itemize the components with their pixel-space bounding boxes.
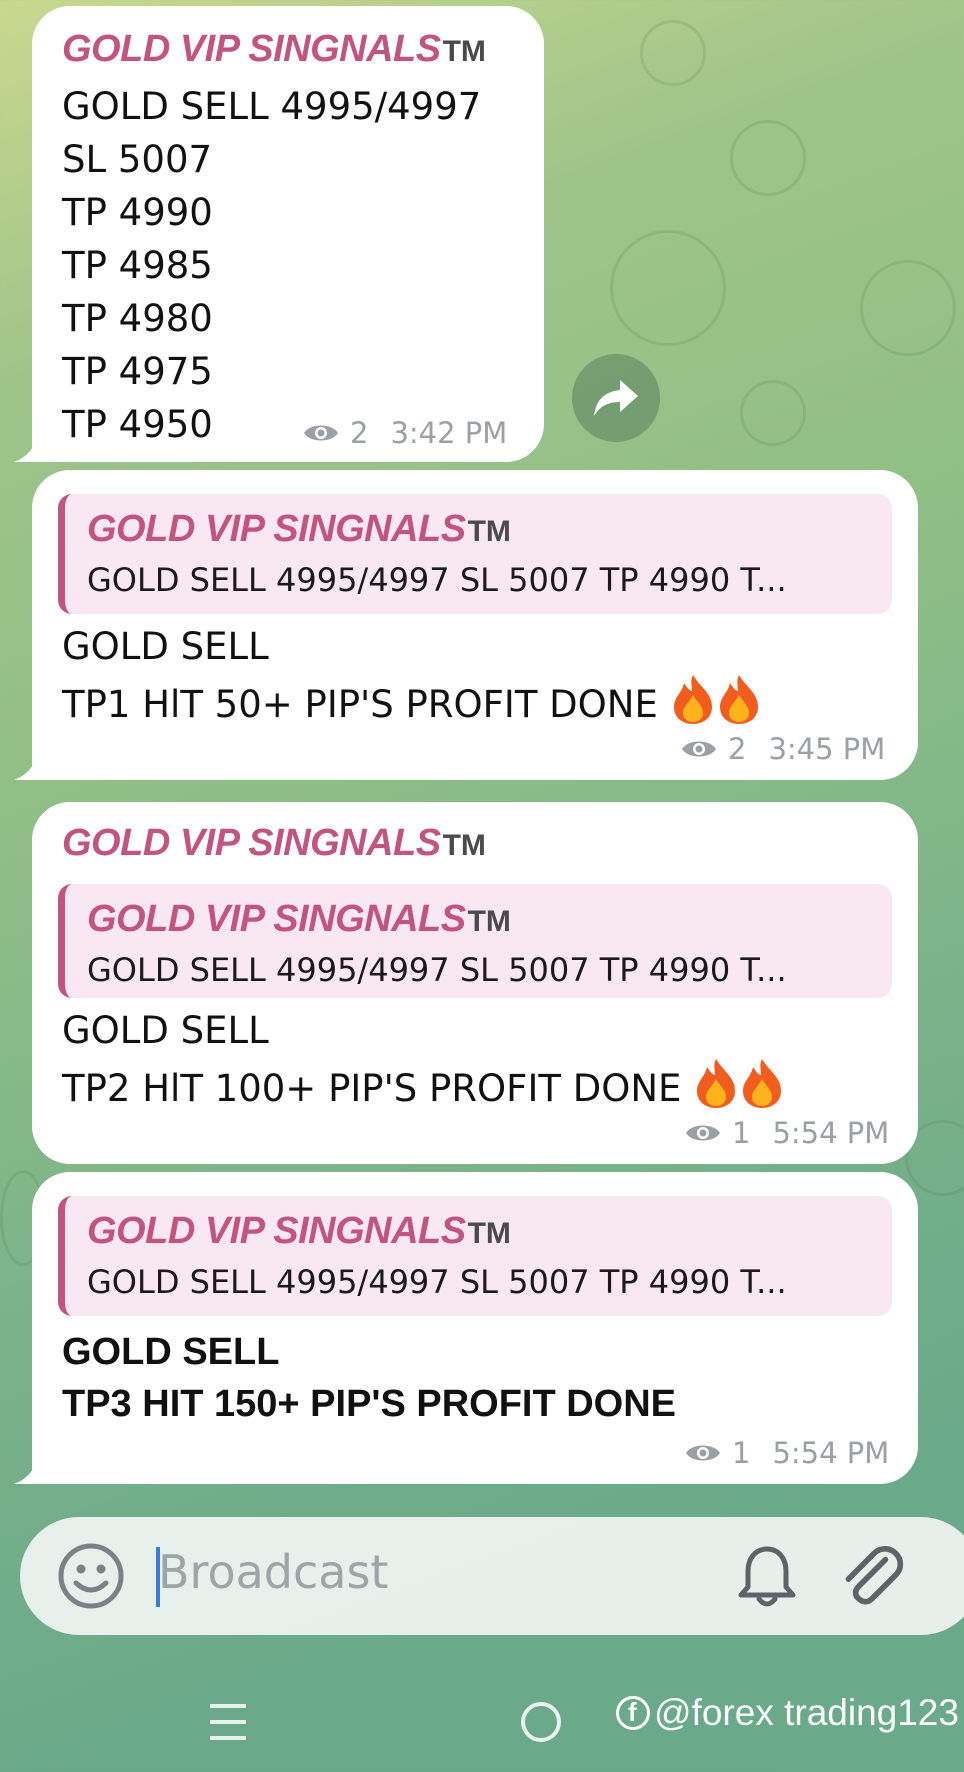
watermark-text: @forex trading123	[654, 1692, 959, 1733]
doodle-circle	[640, 20, 706, 86]
message-bubble[interactable]: GOLD VIP SINGNALSTM GOLD SELL 4995/4997 …	[32, 470, 918, 780]
share-arrow-icon	[594, 380, 638, 416]
trademark-label: TM	[442, 829, 486, 862]
reply-preview[interactable]: GOLD VIP SINGNALSTM GOLD SELL 4995/4997 …	[58, 1196, 892, 1316]
trademark-label: TM	[442, 35, 486, 68]
message-meta: 1 5:54 PM	[684, 1116, 889, 1150]
reply-snippet: GOLD SELL 4995/4997 SL 5007 TP 4990 T...	[87, 951, 787, 989]
message-time: 3:42 PM	[390, 416, 508, 450]
fire-emoji-icon	[673, 675, 712, 724]
eye-icon	[686, 1125, 720, 1141]
fire-emoji-icon	[719, 675, 758, 724]
reply-channel-name: GOLD VIP SINGNALS	[87, 508, 466, 550]
forward-button[interactable]	[572, 354, 660, 442]
bubble-tail	[14, 422, 54, 462]
bell-icon[interactable]	[732, 1541, 802, 1611]
message-meta: 2 3:45 PM	[680, 732, 885, 766]
doodle-circle	[860, 260, 956, 356]
recent-apps-button[interactable]	[210, 1702, 246, 1742]
doodle-circle	[610, 230, 726, 346]
watermark: f @forex trading123	[616, 1692, 959, 1734]
message-line: GOLD SELL 4995/4997	[62, 85, 482, 128]
reply-channel-name: GOLD VIP SINGNALS	[87, 898, 466, 940]
composer-bar: Broadcast	[20, 1517, 964, 1635]
message-line: TP 4990	[62, 191, 213, 234]
smiley-face-icon[interactable]	[56, 1541, 126, 1611]
message-line: GOLD SELL	[62, 1009, 269, 1052]
reply-preview[interactable]: GOLD VIP SINGNALSTM GOLD SELL 4995/4997 …	[58, 494, 892, 614]
doodle-circle	[740, 380, 806, 446]
message-bubble[interactable]: GOLD VIP SINGNALSTM GOLD SELL 4995/4997 …	[32, 1172, 918, 1484]
system-nav-bar: f @forex trading123	[0, 1660, 964, 1772]
message-bubble[interactable]: GOLD VIP SINGNALSTM GOLD VIP SINGNALSTM …	[32, 802, 918, 1164]
view-count: 1	[732, 1116, 751, 1150]
reply-channel-name: GOLD VIP SINGNALS	[87, 1210, 466, 1252]
eye-icon	[682, 741, 716, 757]
fire-emoji-icon	[697, 1059, 736, 1108]
eye-icon	[686, 1445, 720, 1461]
channel-name[interactable]: GOLD VIP SINGNALS	[62, 822, 441, 864]
view-count: 2	[350, 416, 369, 450]
message-line: TP 4985	[62, 244, 213, 287]
message-time: 5:54 PM	[772, 1436, 890, 1470]
broadcast-placeholder: Broadcast	[158, 1545, 389, 1599]
home-button[interactable]	[521, 1702, 561, 1742]
reply-snippet: GOLD SELL 4995/4997 SL 5007 TP 4990 T...	[87, 1263, 787, 1301]
message-line: TP 4980	[62, 297, 213, 340]
message-line: SL 5007	[62, 138, 213, 181]
bubble-tail	[14, 740, 54, 780]
facebook-logo-icon: f	[616, 1696, 650, 1730]
reply-preview[interactable]: GOLD VIP SINGNALSTM GOLD SELL 4995/4997 …	[58, 884, 892, 998]
broadcast-input[interactable]: Broadcast	[156, 1539, 696, 1613]
menu-lines-icon	[210, 1702, 246, 1742]
message-line: TP3 HIT 150+ PIP'S PROFIT DONE	[62, 1383, 677, 1425]
message-bubble[interactable]: GOLD VIP SINGNALSTM GOLD SELL 4995/4997 …	[32, 6, 544, 462]
view-count: 1	[732, 1436, 751, 1470]
message-line: TP2 HlT 100+ PIP'S PROFIT DONE	[62, 1057, 785, 1115]
view-count: 2	[728, 732, 747, 766]
message-line: TP1 HlT 50+ PIP'S PROFIT DONE	[62, 673, 762, 731]
fire-emoji-icon	[743, 1059, 782, 1108]
doodle-circle	[730, 120, 806, 196]
bubble-tail	[14, 1444, 54, 1484]
message-line: TP 4975	[62, 350, 213, 393]
message-meta: 1 5:54 PM	[684, 1436, 889, 1470]
message-line: GOLD SELL	[62, 1331, 280, 1373]
message-meta: 2 3:42 PM	[302, 416, 507, 450]
trademark-label: TM	[467, 905, 511, 938]
channel-name[interactable]: GOLD VIP SINGNALS	[62, 28, 441, 70]
message-line: GOLD SELL	[62, 625, 269, 668]
message-time: 5:54 PM	[772, 1116, 890, 1150]
message-time: 3:45 PM	[768, 732, 886, 766]
trademark-label: TM	[467, 515, 511, 548]
eye-icon	[304, 425, 338, 441]
paperclip-icon[interactable]	[834, 1539, 906, 1611]
reply-snippet: GOLD SELL 4995/4997 SL 5007 TP 4990 T...	[87, 561, 787, 599]
trademark-label: TM	[467, 1217, 511, 1250]
